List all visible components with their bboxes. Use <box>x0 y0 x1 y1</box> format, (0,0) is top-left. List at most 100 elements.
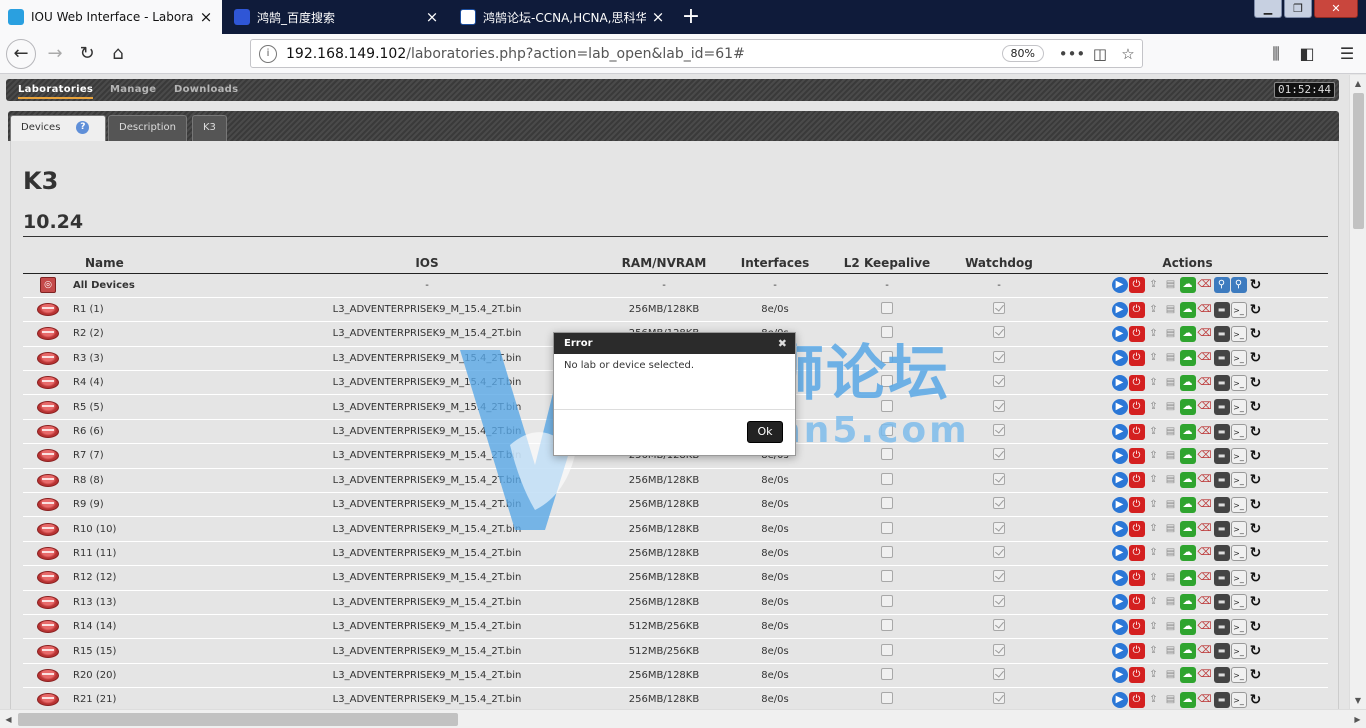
export-icon[interactable]: ⇪ <box>1146 326 1162 342</box>
stop-icon[interactable]: ⏻ <box>1128 691 1145 708</box>
start-icon[interactable]: ▶ <box>1111 521 1128 538</box>
reload-icon[interactable]: ↻ <box>1248 472 1264 488</box>
stop-icon[interactable]: ⏻ <box>1128 447 1145 464</box>
export-icon[interactable]: ⇪ <box>1146 594 1162 610</box>
telnet-icon[interactable]: >_ <box>1230 691 1247 708</box>
browser-tab-iou[interactable]: IOU Web Interface - Laborat × <box>0 0 222 34</box>
delete-config-icon[interactable]: ▤ <box>1163 692 1179 708</box>
cloud-icon[interactable]: ☁ <box>1179 472 1196 489</box>
watchdog-checkbox[interactable] <box>993 350 1005 363</box>
library-icon[interactable]: ⫼ <box>1261 39 1291 69</box>
console-icon[interactable]: ▬ <box>1213 569 1230 586</box>
pocket-icon[interactable]: ◫ <box>1086 45 1114 63</box>
tab-description[interactable]: Description <box>108 115 187 141</box>
scroll-left-icon[interactable]: ◀ <box>0 710 17 728</box>
scroll-down-icon[interactable]: ▼ <box>1350 692 1366 709</box>
export-icon[interactable]: ⇪ <box>1146 545 1162 561</box>
telnet-icon[interactable]: >_ <box>1230 618 1247 635</box>
console-icon[interactable]: ▬ <box>1213 691 1230 708</box>
clean-icon[interactable]: ⌫ <box>1197 521 1213 537</box>
delete-config-icon[interactable]: ▤ <box>1163 594 1179 610</box>
console-icon[interactable]: ▬ <box>1213 399 1230 416</box>
cloud-icon[interactable]: ☁ <box>1179 569 1196 586</box>
watchdog-checkbox[interactable] <box>993 472 1005 485</box>
cloud-icon[interactable]: ☁ <box>1179 374 1196 391</box>
tab-k3[interactable]: K3 <box>192 115 227 141</box>
stop-icon[interactable]: ⏻ <box>1128 399 1145 416</box>
close-tab-icon[interactable]: × <box>198 9 214 25</box>
menu-downloads[interactable]: Downloads <box>174 84 238 95</box>
export-icon[interactable]: ⇪ <box>1146 667 1162 683</box>
start-icon[interactable]: ▶ <box>1111 472 1128 489</box>
telnet-icon[interactable]: >_ <box>1230 301 1247 318</box>
console-icon[interactable]: ▬ <box>1213 643 1230 660</box>
export-icon[interactable]: ⇪ <box>1146 448 1162 464</box>
console-icon[interactable]: ▬ <box>1213 325 1230 342</box>
delete-config-icon[interactable]: ▤ <box>1163 545 1179 561</box>
reload-all-icon[interactable]: ↻ <box>1248 277 1264 293</box>
stop-icon[interactable]: ⏻ <box>1128 618 1145 635</box>
console-icon[interactable]: ▬ <box>1213 472 1230 489</box>
delete-config-icon[interactable]: ▤ <box>1163 619 1179 635</box>
console-icon[interactable]: ▬ <box>1213 496 1230 513</box>
export-icon[interactable]: ⇪ <box>1146 570 1162 586</box>
watchdog-checkbox[interactable] <box>993 643 1005 656</box>
watchdog-checkbox[interactable] <box>993 375 1005 388</box>
clean-icon[interactable]: ⌫ <box>1197 399 1213 415</box>
reload-icon[interactable]: ↻ <box>1248 619 1264 635</box>
home-icon[interactable]: ⌂ <box>103 39 133 69</box>
reload-icon[interactable]: ↻ <box>1248 424 1264 440</box>
cloud-icon[interactable]: ☁ <box>1179 691 1196 708</box>
window-close-icon[interactable]: ✕ <box>1314 0 1358 18</box>
watchdog-checkbox[interactable] <box>993 619 1005 632</box>
clean-icon[interactable]: ⌫ <box>1197 570 1213 586</box>
export-icon[interactable]: ⇪ <box>1146 643 1162 659</box>
clean-icon[interactable]: ⌫ <box>1197 424 1213 440</box>
cloud-icon[interactable]: ☁ <box>1179 496 1196 513</box>
console-icon[interactable]: ▬ <box>1213 667 1230 684</box>
clean-icon[interactable]: ⌫ <box>1197 326 1213 342</box>
clean-icon[interactable]: ⌫ <box>1197 448 1213 464</box>
keepalive-checkbox[interactable] <box>881 424 893 437</box>
keepalive-checkbox[interactable] <box>881 643 893 656</box>
stop-icon[interactable]: ⏻ <box>1128 350 1145 367</box>
reload-icon[interactable]: ↻ <box>1248 570 1264 586</box>
telnet-icon[interactable]: >_ <box>1230 350 1247 367</box>
watchdog-checkbox[interactable] <box>993 521 1005 534</box>
export-icon[interactable]: ⇪ <box>1146 472 1162 488</box>
cloud-icon[interactable]: ☁ <box>1179 447 1196 464</box>
url-text[interactable]: 192.168.149.102/laboratories.php?action=… <box>286 46 1002 62</box>
telnet-icon[interactable]: >_ <box>1230 399 1247 416</box>
delete-config-icon[interactable]: ▤ <box>1163 277 1179 293</box>
telnet-icon[interactable]: >_ <box>1230 667 1247 684</box>
keepalive-checkbox[interactable] <box>881 448 893 461</box>
stop-icon[interactable]: ⏻ <box>1128 472 1145 489</box>
telnet-icon[interactable]: >_ <box>1230 594 1247 611</box>
start-icon[interactable]: ▶ <box>1111 643 1128 660</box>
delete-config-icon[interactable]: ▤ <box>1163 497 1179 513</box>
stop-icon[interactable]: ⏻ <box>1128 545 1145 562</box>
reload-icon[interactable]: ↻ <box>1248 667 1264 683</box>
bookmark-star-icon[interactable]: ☆ <box>1114 45 1142 63</box>
cloud-icon[interactable]: ☁ <box>1179 277 1196 294</box>
stop-icon[interactable]: ⏻ <box>1128 594 1145 611</box>
watchdog-checkbox[interactable] <box>993 448 1005 461</box>
delete-config-icon[interactable]: ▤ <box>1163 521 1179 537</box>
delete-config-icon[interactable]: ▤ <box>1163 643 1179 659</box>
start-icon[interactable]: ▶ <box>1111 350 1128 367</box>
console-icon[interactable]: ▬ <box>1213 301 1230 318</box>
delete-config-icon[interactable]: ▤ <box>1163 448 1179 464</box>
watchdog-checkbox[interactable] <box>993 424 1005 437</box>
menu-hamburger-icon[interactable]: ☰ <box>1332 39 1362 69</box>
reload-icon[interactable]: ↻ <box>1248 594 1264 610</box>
back-arrow-icon[interactable]: ← <box>6 39 36 69</box>
keepalive-checkbox[interactable] <box>881 472 893 485</box>
clean-icon[interactable]: ⌫ <box>1197 594 1213 610</box>
close-tab-icon[interactable]: × <box>424 9 440 25</box>
watchdog-checkbox[interactable] <box>993 570 1005 583</box>
keepalive-checkbox[interactable] <box>881 521 893 534</box>
cloud-icon[interactable]: ☁ <box>1179 667 1196 684</box>
reload-icon[interactable]: ↻ <box>1248 326 1264 342</box>
new-tab-icon[interactable]: + <box>678 4 704 30</box>
clean-icon[interactable]: ⌫ <box>1197 692 1213 708</box>
